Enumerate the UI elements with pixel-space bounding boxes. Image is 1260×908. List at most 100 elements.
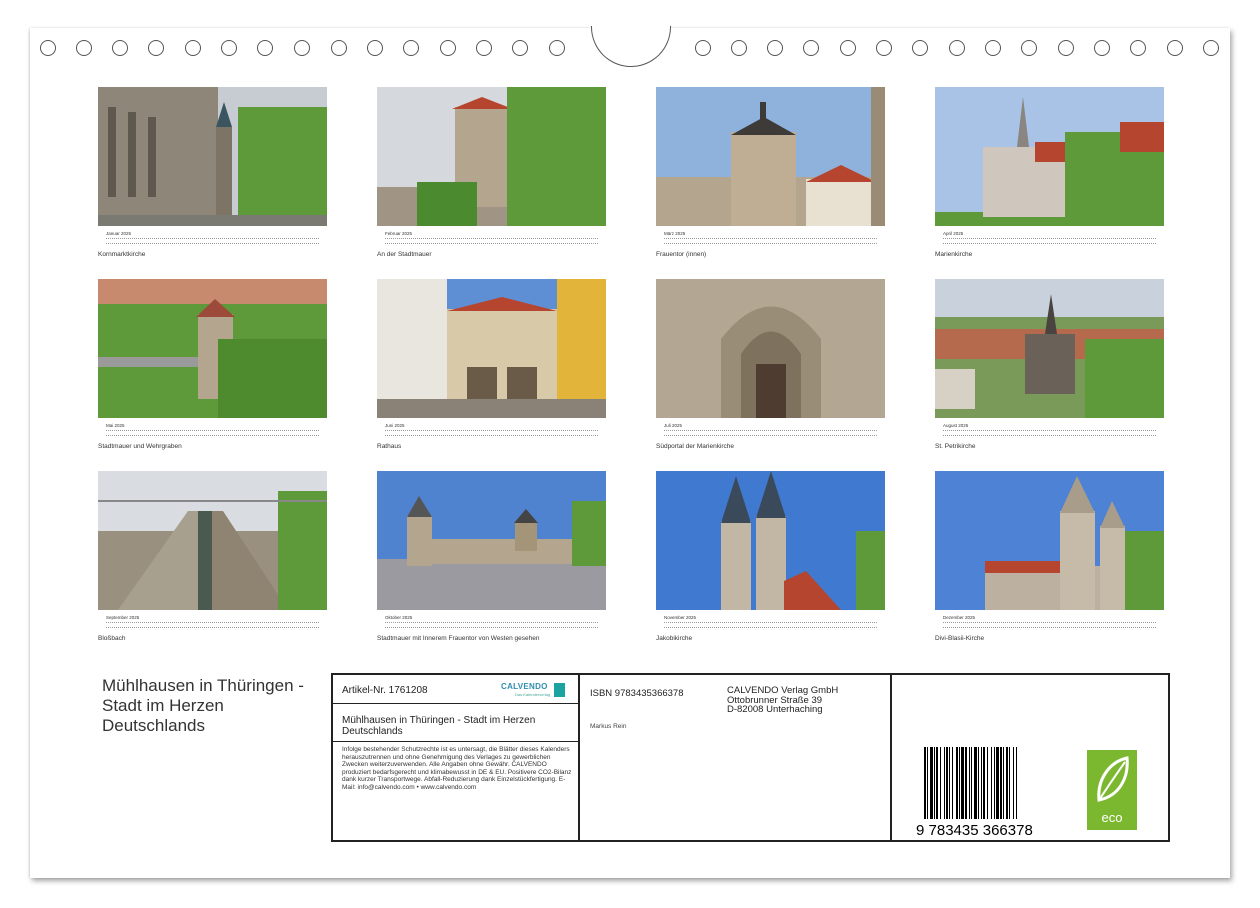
binding-hole: [1130, 40, 1146, 56]
month-caption: Jakobikirche: [656, 635, 693, 642]
month-photo: [935, 87, 1164, 226]
month-tile-feb: Februar 2025 An der Stadtmauer: [377, 87, 606, 267]
month-photo: [656, 471, 885, 610]
month-photo: [656, 279, 885, 418]
binding-hole: [294, 40, 310, 56]
month-tile-jun: Juni 2025 Rathaus: [377, 279, 606, 459]
hanger-notch: [591, 26, 671, 67]
binding-hole: [695, 40, 711, 56]
binding-hole: [148, 40, 164, 56]
binding-hole: [76, 40, 92, 56]
month-tile-mar: März 2025 Frauentor (innen): [656, 87, 885, 267]
binding-hole: [949, 40, 965, 56]
binding-hole: [440, 40, 456, 56]
binding-hole: [876, 40, 892, 56]
binding-hole: [221, 40, 237, 56]
calvendo-logo-mark: [554, 683, 565, 697]
month-caption: Divi-Blasii-Kirche: [935, 635, 985, 642]
month-tile-jul: Juli 2025 Südportal der Marienkirche: [656, 279, 885, 459]
month-caption: An der Stadtmauer: [377, 251, 432, 258]
month-calendar-strip: [664, 237, 885, 247]
month-calendar-strip: [664, 621, 885, 631]
binding-hole: [331, 40, 347, 56]
month-photo: [98, 471, 327, 610]
info-column-right: 9 783435 366378 eco: [892, 675, 1168, 840]
month-caption: St. Petrikirche: [935, 443, 976, 450]
month-calendar-strip: [385, 621, 606, 631]
month-photo: [935, 471, 1164, 610]
binding-hole: [367, 40, 383, 56]
month-calendar-strip: [106, 621, 327, 631]
binding-hole: [803, 40, 819, 56]
binding-hole: [1021, 40, 1037, 56]
binding-hole: [912, 40, 928, 56]
month-photo: [377, 471, 606, 610]
binding-holes: [30, 26, 1230, 68]
article-number: Artikel-Nr. 1761208: [342, 685, 428, 696]
info-box: Artikel-Nr. 1761208 CALVENDO Das Kalende…: [331, 673, 1170, 842]
binding-hole: [1203, 40, 1219, 56]
month-tile-jan: Januar 2025 Kornmarktkirche: [98, 87, 327, 267]
fine-print: Infolge bestehender Schutzrechte ist es …: [342, 746, 572, 791]
binding-hole: [549, 40, 565, 56]
binding-hole: [185, 40, 201, 56]
binding-hole: [112, 40, 128, 56]
month-caption: Stadtmauer mit Innerem Frauentor von Wes…: [377, 635, 540, 642]
month-calendar-strip: [106, 237, 327, 247]
calendar-title: Mühlhausen in Thüringen - Stadt im Herze…: [102, 676, 304, 735]
month-tile-okt: Oktober 2025 Stadtmauer mit Innerem Frau…: [377, 471, 606, 651]
month-calendar-strip: [943, 237, 1164, 247]
month-caption: Marienkirche: [935, 251, 973, 258]
month-photo: [935, 279, 1164, 418]
calendar-back-page: Januar 2025 Kornmarktkirche Februar 2025…: [30, 26, 1230, 878]
binding-hole: [985, 40, 1001, 56]
month-caption: Stadtmauer und Wehrgraben: [98, 443, 182, 450]
month-calendar-strip: [385, 237, 606, 247]
month-tile-sep: September 2025 Bloßbach: [98, 471, 327, 651]
month-calendar-strip: [664, 429, 885, 439]
month-photo: [656, 87, 885, 226]
binding-hole: [476, 40, 492, 56]
author: Markus Rein: [590, 723, 627, 730]
isbn: ISBN 9783435366378: [590, 688, 684, 699]
info-title-row: Mühlhausen in Thüringen - Stadt im Herze…: [333, 705, 578, 742]
binding-hole: [257, 40, 273, 56]
binding-hole: [731, 40, 747, 56]
binding-hole: [40, 40, 56, 56]
calvendo-logo: CALVENDO Das Kalenderverlag: [501, 680, 571, 700]
binding-hole: [1058, 40, 1074, 56]
month-photo: [377, 279, 606, 418]
month-photo: [98, 87, 327, 226]
month-caption: Südportal der Marienkirche: [656, 443, 735, 450]
month-calendar-strip: [943, 621, 1164, 631]
binding-hole: [840, 40, 856, 56]
publisher-address: CALVENDO Verlag GmbH Ottobrunner Straße …: [727, 685, 839, 715]
info-title: Mühlhausen in Thüringen - Stadt im Herze…: [342, 715, 536, 737]
binding-hole: [1094, 40, 1110, 56]
month-calendar-strip: [943, 429, 1164, 439]
month-photo: [377, 87, 606, 226]
binding-hole: [403, 40, 419, 56]
binding-hole: [512, 40, 528, 56]
month-calendar-strip: [106, 429, 327, 439]
binding-hole: [767, 40, 783, 56]
info-column-left: Artikel-Nr. 1761208 CALVENDO Das Kalende…: [333, 675, 580, 840]
month-tile-apr: April 2025 Marienkirche: [935, 87, 1164, 267]
month-caption: Rathaus: [377, 443, 402, 450]
month-calendar-strip: [385, 429, 606, 439]
month-photo: [98, 279, 327, 418]
barcode: 9 783435 366378: [916, 747, 1056, 839]
eco-badge: eco: [1087, 750, 1137, 830]
month-tile-dez: Dezember 2025 Divi-Blasii-Kirche: [935, 471, 1164, 651]
leaf-icon: [1097, 756, 1129, 802]
month-tile-nov: November 2025 Jakobikirche: [656, 471, 885, 651]
month-tile-mai: Mai 2025 Stadtmauer und Wehrgraben: [98, 279, 327, 459]
month-caption: Frauentor (innen): [656, 251, 707, 258]
binding-hole: [1167, 40, 1183, 56]
month-caption: Kornmarktkirche: [98, 251, 146, 258]
month-caption: Bloßbach: [98, 635, 126, 642]
article-row: Artikel-Nr. 1761208 CALVENDO Das Kalende…: [333, 675, 578, 704]
info-column-middle: ISBN 9783435366378 Markus Rein CALVENDO …: [580, 675, 892, 840]
month-tile-aug: August 2025 St. Petrikirche: [935, 279, 1164, 459]
barcode-digits: 9 783435 366378: [916, 822, 1033, 837]
